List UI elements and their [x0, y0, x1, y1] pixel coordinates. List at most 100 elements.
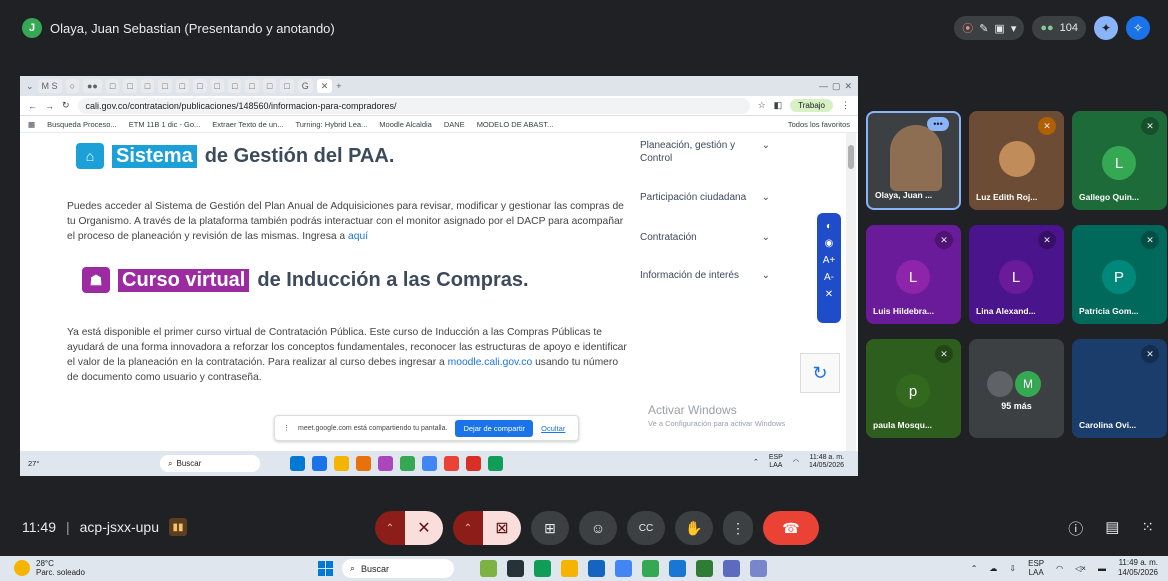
tab[interactable]: ●●	[83, 79, 102, 93]
clock[interactable]: 11:49 a. m. 14/05/2026	[1118, 558, 1158, 578]
mic-toggle-button[interactable]: ✕	[405, 511, 443, 545]
chevron-up-icon[interactable]: ⌃	[971, 564, 978, 573]
volume-icon[interactable]: ◁×	[1075, 564, 1086, 573]
font-increase-icon[interactable]: A+	[823, 255, 836, 266]
tab-list-icon[interactable]: ⌄	[26, 81, 34, 92]
tab[interactable]: ○	[65, 79, 79, 93]
participants-button[interactable]: ●● 104	[1032, 16, 1086, 40]
tab[interactable]: □	[210, 79, 224, 93]
app-icon[interactable]	[290, 456, 305, 471]
app-icon[interactable]	[696, 560, 713, 577]
new-tab-icon[interactable]: +	[336, 81, 341, 91]
participant-tile[interactable]: L ✕ Gallego Quin...	[1072, 111, 1167, 210]
chevron-up-icon[interactable]: ⌃	[753, 458, 759, 466]
cloud-icon[interactable]: ☁	[989, 564, 997, 573]
weather-widget[interactable]: 28°C Parc. soleado	[14, 559, 85, 577]
close-icon[interactable]: ✕	[844, 81, 852, 92]
bookmark-item[interactable]: Busqueda Proceso...	[47, 120, 117, 129]
reactions-button[interactable]: ☺	[579, 511, 617, 545]
app-icon[interactable]	[356, 456, 371, 471]
aqui-link[interactable]: aquí	[348, 231, 368, 242]
taskbar-search[interactable]: ⌕ Buscar	[342, 559, 454, 578]
app-icon[interactable]	[615, 560, 632, 577]
tab-active[interactable]: ✕	[316, 79, 333, 93]
info-icon[interactable]: ⓘ	[1068, 518, 1083, 539]
participant-tile[interactable]: ✕ Luz Edith Roj...	[969, 111, 1064, 210]
recaptcha-badge[interactable]: ↻	[800, 353, 840, 393]
tab[interactable]: □	[245, 79, 259, 93]
app-icon[interactable]	[466, 456, 481, 471]
inner-clock[interactable]: 11:48 a. m. 14/05/2026	[809, 454, 844, 470]
tab[interactable]: □	[123, 79, 137, 93]
app-icon[interactable]	[334, 456, 349, 471]
scroll-thumb[interactable]	[848, 145, 854, 169]
side-menu-item[interactable]: Planeación, gestión y Control ⌄	[640, 139, 770, 165]
bookmark-item[interactable]: Moodle Alcaldia	[379, 120, 432, 129]
participant-tile[interactable]: P ✕ Patricia Gom...	[1072, 225, 1167, 324]
app-icon[interactable]	[561, 560, 578, 577]
app-icon[interactable]	[378, 456, 393, 471]
app-icon[interactable]	[723, 560, 740, 577]
tab[interactable]: □	[158, 79, 172, 93]
app-icon[interactable]	[422, 456, 437, 471]
side-menu-item[interactable]: Participación ciudadana ⌄	[640, 191, 770, 204]
url-field[interactable]: cali.gov.co/contratacion/publicaciones/1…	[77, 97, 750, 114]
wifi-icon[interactable]: ◠	[1056, 564, 1063, 573]
tab[interactable]: □	[105, 79, 120, 93]
tab[interactable]: □	[227, 79, 242, 93]
app-icon[interactable]	[507, 560, 524, 577]
camera-options-button[interactable]: ⌃	[453, 511, 483, 545]
present-button[interactable]: ⊞	[531, 511, 569, 545]
wifi-icon[interactable]: ◠	[793, 458, 799, 466]
language-indicator[interactable]: ESP LAA	[1028, 559, 1044, 577]
tab[interactable]: M S	[37, 79, 62, 93]
participant-tile[interactable]: L ✕ Lina Alexand...	[969, 225, 1064, 324]
bookmark-item[interactable]: DANE	[444, 120, 465, 129]
extensions-icon[interactable]: ◧	[774, 100, 783, 111]
contrast-icon[interactable]: ◐	[826, 221, 832, 232]
recording-controls[interactable]: ⦿ ✎ ▣ ▾	[954, 16, 1025, 40]
app-icon[interactable]	[400, 456, 415, 471]
participant-tile[interactable]: L ✕ Luis Hildebra...	[866, 225, 961, 324]
back-icon[interactable]: ←	[28, 101, 37, 111]
maximize-icon[interactable]: ▢	[832, 81, 841, 92]
profile-button[interactable]: Trabajo	[790, 99, 833, 112]
app-icon[interactable]	[750, 560, 767, 577]
font-decrease-icon[interactable]: A-	[824, 272, 834, 283]
app-icon[interactable]	[669, 560, 686, 577]
more-options-button[interactable]: ⋮	[723, 511, 753, 545]
start-button[interactable]	[318, 561, 333, 576]
more-options-icon[interactable]: •••	[927, 117, 949, 131]
inner-language[interactable]: ESP LAA	[769, 454, 783, 470]
bookmark-item[interactable]: ETM 11B 1 dic - Go...	[129, 120, 201, 129]
app-icon[interactable]	[488, 456, 503, 471]
stop-sharing-button[interactable]: Dejar de compartir	[455, 419, 534, 437]
more-participants-tile[interactable]: M 95 más	[969, 339, 1064, 438]
activities-icon[interactable]: ⁙	[1141, 518, 1154, 539]
bookmark-item[interactable]: Extraer Texto de un...	[212, 120, 283, 129]
page-scrollbar[interactable]	[846, 133, 856, 451]
app-icon[interactable]	[444, 456, 459, 471]
gemini-button[interactable]: ✧	[1126, 16, 1150, 40]
tab[interactable]: □	[175, 79, 190, 93]
leave-call-button[interactable]: ☎	[763, 511, 819, 545]
participant-tile[interactable]: ✕ Carolina Ovi...	[1072, 339, 1167, 438]
app-icon[interactable]	[588, 560, 605, 577]
hide-button[interactable]: Ocultar	[541, 424, 565, 433]
captions-button[interactable]: CC	[627, 511, 665, 545]
all-favorites[interactable]: Todos los favoritos	[788, 120, 850, 129]
app-icon[interactable]	[534, 560, 551, 577]
battery-icon[interactable]: ▬	[1098, 564, 1106, 573]
app-icon[interactable]	[642, 560, 659, 577]
pin-icon[interactable]: ⇩	[1009, 564, 1016, 573]
reload-icon[interactable]: ↻	[62, 100, 70, 111]
participant-tile[interactable]: p ✕ paula Mosqu...	[866, 339, 961, 438]
moodle-link[interactable]: moodle.cali.gov.co	[448, 357, 533, 368]
star-icon[interactable]: ☆	[758, 100, 766, 111]
apps-icon[interactable]: ▦	[28, 120, 35, 129]
tab[interactable]: □	[193, 79, 207, 93]
mic-options-button[interactable]: ⌃	[375, 511, 405, 545]
drag-handle-icon[interactable]: ⋮	[283, 424, 290, 432]
menu-icon[interactable]: ⋮	[841, 100, 850, 111]
minimize-icon[interactable]: —	[819, 81, 828, 91]
